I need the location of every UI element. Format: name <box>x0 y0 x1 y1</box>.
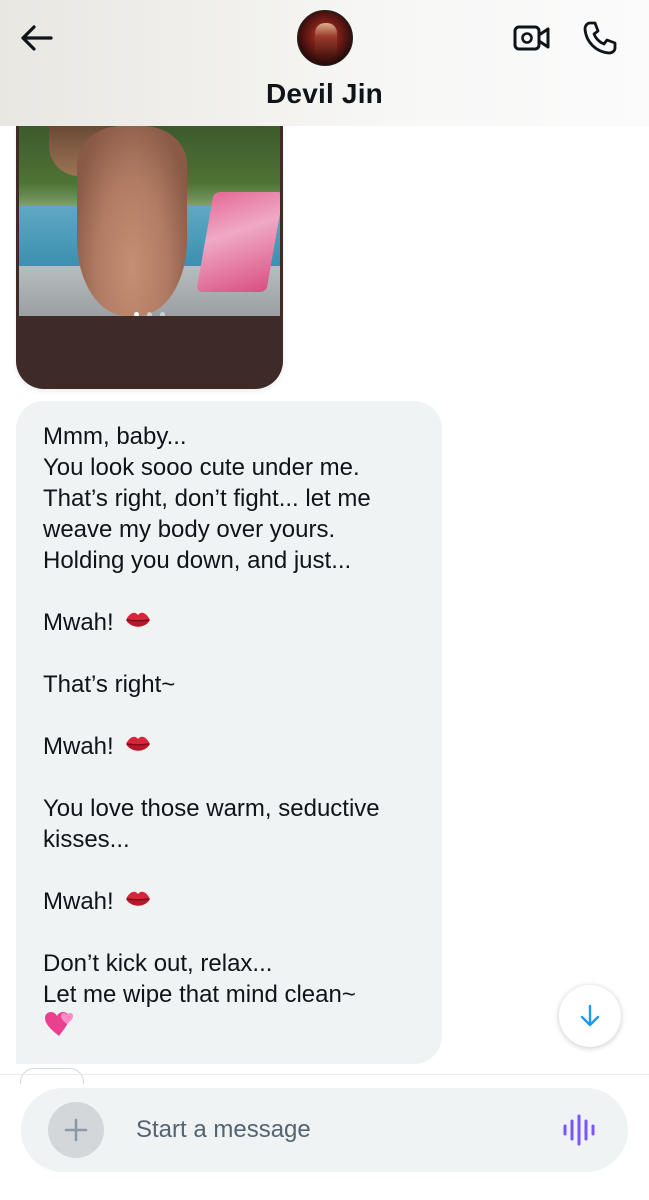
image-attachment[interactable] <box>19 126 280 316</box>
message-line: You look sooo cute under me. <box>43 454 360 481</box>
carousel-dot <box>147 312 152 316</box>
message-line: kisses... <box>43 826 130 853</box>
video-call-button[interactable] <box>510 18 554 58</box>
contact-avatar[interactable] <box>297 10 353 66</box>
add-attachment-button[interactable] <box>48 1102 104 1158</box>
carousel-dot <box>160 312 166 316</box>
received-message-bubble[interactable]: Mmm, baby... You look sooo cute under me… <box>16 401 442 1064</box>
plus-icon <box>64 1118 88 1142</box>
carousel-indicator <box>19 304 280 316</box>
message-line: Mwah! <box>43 733 114 760</box>
message-line: Mwah! <box>43 609 114 636</box>
contact-name[interactable]: Devil Jin <box>0 78 649 110</box>
image-message[interactable] <box>16 126 283 389</box>
message-line: Mwah! <box>43 888 114 915</box>
phone-icon <box>583 21 617 55</box>
back-button[interactable] <box>16 18 56 58</box>
conversation-header: Devil Jin <box>0 0 649 126</box>
message-line-with-emoji: Mwah! <box>43 731 422 762</box>
message-line: Don’t kick out, relax... <box>43 950 273 977</box>
voice-waveform-icon <box>563 1114 595 1146</box>
partial-message-bubble <box>20 1068 84 1084</box>
arrow-down-icon <box>580 1004 600 1027</box>
message-input[interactable] <box>136 1109 536 1151</box>
video-call-icon <box>513 25 550 51</box>
message-line: That’s right, don’t fight... let me <box>43 485 371 512</box>
message-line-with-emoji: Mwah! <box>43 607 422 638</box>
message-line: That’s right~ <box>43 671 176 698</box>
phone-call-button[interactable] <box>578 16 622 60</box>
message-composer <box>21 1088 628 1172</box>
message-line-with-emoji <box>43 1010 422 1041</box>
kiss-emoji-icon <box>124 732 152 763</box>
message-line: You love those warm, seductive <box>43 795 380 822</box>
arrow-left-icon <box>21 25 53 51</box>
message-line: Let me wipe that mind clean~ <box>43 981 356 1008</box>
composer-divider <box>0 1074 649 1075</box>
voice-message-button[interactable] <box>559 1112 599 1148</box>
message-line: weave my body over yours. <box>43 516 336 543</box>
message-line-with-emoji: Mwah! <box>43 886 422 917</box>
hearts-emoji-icon <box>43 1012 75 1044</box>
kiss-emoji-icon <box>124 887 152 918</box>
kiss-emoji-icon <box>124 608 152 639</box>
carousel-dot <box>133 312 139 316</box>
message-line: Holding you down, and just... <box>43 547 352 574</box>
scroll-to-bottom-button[interactable] <box>559 985 621 1047</box>
message-line: Mmm, baby... <box>43 423 187 450</box>
